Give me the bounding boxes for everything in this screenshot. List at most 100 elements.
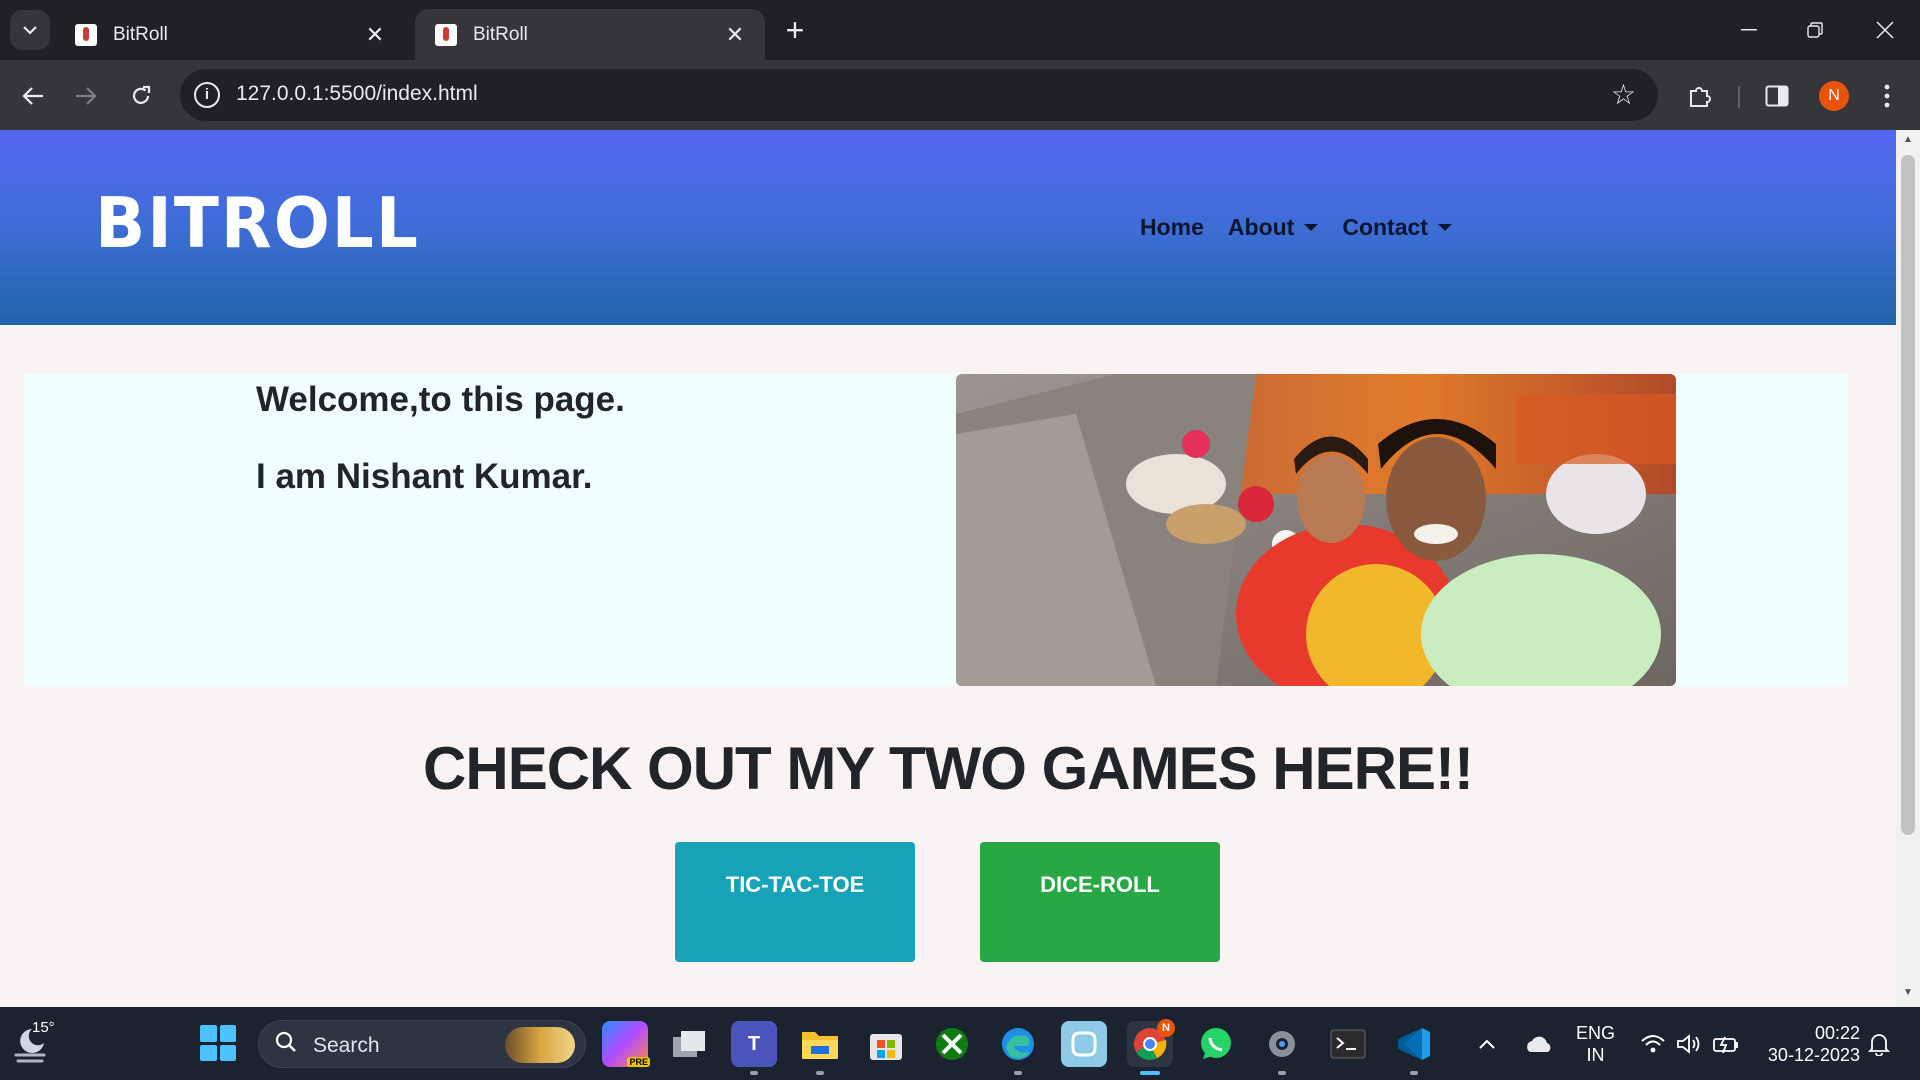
speaker-icon [1677, 1033, 1700, 1054]
favicon-icon [435, 23, 457, 46]
edge-browser-icon[interactable] [995, 1021, 1041, 1075]
restore-icon [1807, 22, 1823, 38]
windows-logo-tile [200, 1025, 217, 1042]
favicon-icon [75, 23, 97, 46]
notifications-button[interactable] [1868, 1007, 1890, 1080]
running-indicator [1278, 1071, 1286, 1075]
caret-down-icon [1304, 224, 1319, 231]
name-heading: I am Nishant Kumar. [256, 457, 593, 496]
taskbar-search[interactable]: Search [258, 1020, 586, 1068]
site-logo[interactable]: BITROLL [95, 183, 420, 264]
scroll-down-arrow-icon[interactable]: ▼ [1896, 987, 1920, 1005]
site-nav: Home About Contact [1140, 214, 1452, 241]
close-icon [1876, 21, 1894, 39]
address-bar[interactable]: i 127.0.0.1:5500/index.html ☆ [180, 69, 1658, 121]
language-indicator[interactable]: ENG IN [1576, 1007, 1615, 1080]
xbox-app-icon[interactable] [929, 1021, 975, 1067]
photos-app-icon[interactable] [1061, 1021, 1107, 1067]
browser-menu-button[interactable] [1869, 78, 1905, 114]
language-code: ENG [1576, 1022, 1616, 1043]
volume-tray-icon[interactable] [1676, 1007, 1702, 1080]
tab-title: BitRoll [113, 23, 168, 45]
copilot-app-icon[interactable]: PRE [602, 1021, 650, 1067]
windows-logo-tile [219, 1044, 236, 1061]
caret-down-icon [1437, 224, 1452, 231]
arrow-right-icon [76, 87, 97, 105]
tab-search-button[interactable] [10, 10, 50, 50]
start-button[interactable] [200, 1025, 236, 1061]
extensions-button[interactable] [1682, 78, 1718, 114]
site-header: BITROLL Home About Contact [0, 130, 1896, 325]
vscode-app-icon[interactable] [1391, 1021, 1437, 1075]
tab-close-icon[interactable]: ✕ [361, 22, 389, 48]
wifi-tray-icon[interactable] [1640, 1007, 1666, 1080]
search-highlight-image [505, 1027, 575, 1063]
profile-photo [956, 374, 1676, 686]
page-scrollbar[interactable]: ▲ ▼ [1896, 130, 1920, 1007]
scroll-up-arrow-icon[interactable]: ▲ [1896, 134, 1920, 152]
nav-about-dropdown[interactable]: About [1228, 214, 1319, 241]
scrollbar-thumb[interactable] [1901, 155, 1915, 835]
back-button[interactable] [13, 76, 53, 116]
running-indicator [1014, 1071, 1022, 1075]
nav-home-label: Home [1140, 214, 1204, 240]
onedrive-tray-icon[interactable] [1524, 1007, 1554, 1080]
tab-close-icon[interactable]: ✕ [721, 22, 749, 48]
nav-home[interactable]: Home [1140, 214, 1204, 241]
page-viewport: BITROLL Home About Contact Welcome,to th… [0, 130, 1920, 1007]
teams-app-icon[interactable]: T [731, 1021, 777, 1075]
nav-contact-dropdown[interactable]: Contact [1342, 214, 1452, 241]
settings-app-icon[interactable] [1259, 1021, 1305, 1075]
tab-bitroll-1[interactable]: BitRoll ✕ [55, 9, 405, 60]
site-info-icon[interactable]: i [194, 82, 220, 108]
kebab-menu-icon [1884, 84, 1890, 108]
clock[interactable]: 00:22 30-12-2023 [1760, 1007, 1860, 1080]
battery-charging-icon [1713, 1036, 1738, 1053]
games-heading: CHECK OUT MY TWO GAMES HERE!! [423, 735, 1474, 802]
arrow-left-icon [22, 87, 43, 105]
forward-button[interactable] [66, 76, 106, 116]
task-view-icon[interactable] [666, 1021, 712, 1067]
diceroll-button[interactable]: DICE-ROLL [980, 842, 1220, 962]
tab-strip: BitRoll ✕ BitRoll ✕ + [0, 0, 1920, 60]
chrome-app-icon[interactable]: N [1127, 1019, 1175, 1075]
microsoft-store-icon[interactable] [863, 1021, 909, 1067]
tab-title: BitRoll [473, 23, 528, 45]
welcome-heading: Welcome,to this page. [256, 380, 625, 419]
running-indicator [1140, 1071, 1160, 1075]
show-hidden-icons-button[interactable] [1478, 1007, 1496, 1080]
preview-badge: PRE [627, 1057, 650, 1067]
clock-time: 00:22 [1814, 1022, 1860, 1043]
new-tab-button[interactable]: + [780, 12, 810, 48]
bell-icon [1868, 1033, 1890, 1056]
browser-toolbar: i 127.0.0.1:5500/index.html ☆ [0, 60, 1920, 130]
profile-avatar[interactable]: N [1819, 81, 1849, 111]
battery-tray-icon[interactable] [1712, 1007, 1740, 1080]
bookmark-star-icon[interactable]: ☆ [1611, 78, 1636, 111]
restore-button[interactable] [1790, 8, 1840, 52]
running-indicator [816, 1071, 824, 1075]
side-panel-button[interactable] [1759, 78, 1795, 114]
windows-logo-tile [219, 1025, 236, 1042]
selfie-image [956, 374, 1676, 686]
minimize-button[interactable] [1724, 8, 1774, 52]
search-icon [275, 1031, 297, 1060]
cloud-icon [1527, 1036, 1551, 1052]
chrome-profile-badge: N [1157, 1019, 1175, 1037]
running-indicator [1410, 1071, 1418, 1075]
terminal-app-icon[interactable] [1325, 1021, 1371, 1067]
tab-bitroll-2[interactable]: BitRoll ✕ [415, 9, 765, 60]
toolbar-divider [1738, 86, 1740, 108]
running-indicator [750, 1071, 758, 1075]
nav-contact-label: Contact [1342, 214, 1428, 240]
minimize-icon [1741, 29, 1757, 31]
whatsapp-app-icon[interactable] [1193, 1021, 1239, 1067]
tictactoe-button[interactable]: TIC-TAC-TOE [675, 842, 915, 962]
chevron-down-icon [23, 26, 37, 35]
wifi-icon [1641, 1034, 1665, 1052]
close-window-button[interactable] [1860, 8, 1910, 52]
file-explorer-icon[interactable] [797, 1021, 843, 1075]
reload-button[interactable] [121, 76, 161, 116]
reload-icon [132, 85, 151, 104]
url-text[interactable]: 127.0.0.1:5500/index.html [236, 82, 478, 106]
